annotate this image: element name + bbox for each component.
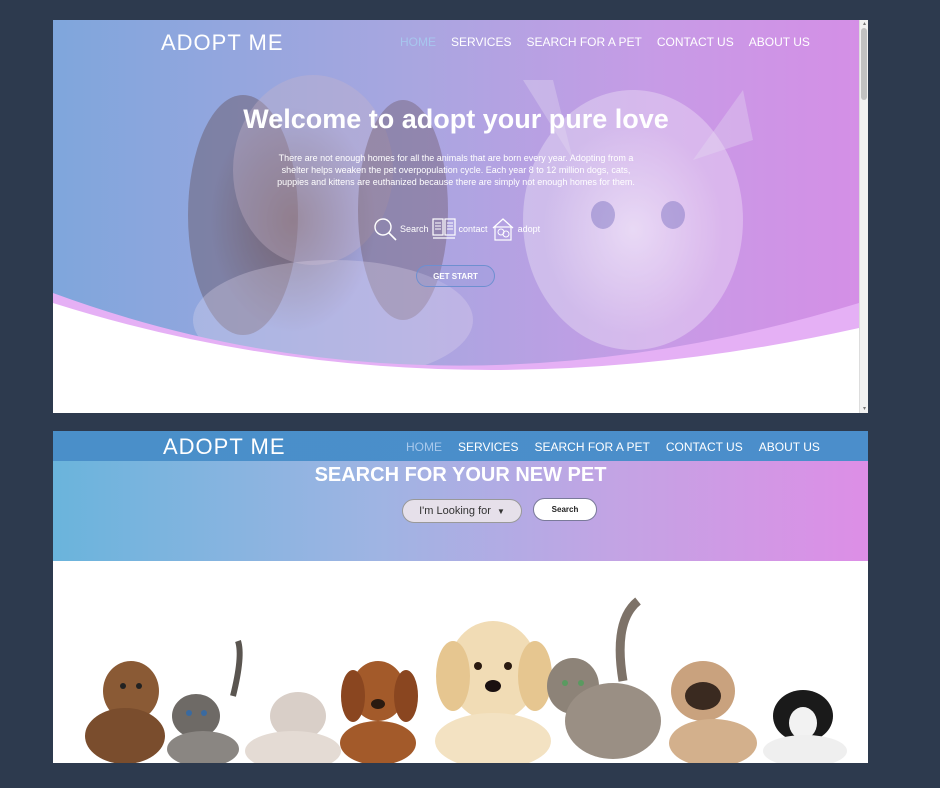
search-title: SEARCH FOR YOUR NEW PET: [314, 464, 607, 486]
contact-label[interactable]: contact: [459, 224, 488, 234]
hero-title: Welcome to adopt your pure love: [243, 104, 669, 134]
hero-section: ADOPT ME HOME SERVICES SEARCH FOR A PET …: [53, 20, 859, 413]
scroll-up-arrow-icon[interactable]: ▴: [861, 21, 868, 27]
screenshot-landing: ADOPT ME HOME SERVICES SEARCH FOR A PET …: [53, 20, 868, 413]
hero-wave-divider: [53, 293, 859, 413]
brand-logo[interactable]: ADOPT ME: [163, 434, 286, 460]
scrollbar[interactable]: ▴ ▾: [859, 20, 868, 413]
screenshot-search-page: ADOPT ME HOME SERVICES SEARCH FOR A PET …: [53, 431, 868, 763]
nav-services[interactable]: SERVICES: [451, 35, 511, 49]
nav-services[interactable]: SERVICES: [458, 440, 518, 454]
adopt-label[interactable]: adopt: [518, 224, 541, 234]
scrollbar-thumb[interactable]: [861, 28, 867, 100]
brand-logo[interactable]: ADOPT ME: [161, 30, 284, 56]
dropdown-label: I'm Looking for: [419, 505, 491, 517]
main-nav: HOME SERVICES SEARCH FOR A PET CONTACT U…: [400, 35, 810, 49]
search-button[interactable]: Search: [533, 498, 597, 521]
main-nav: HOME SERVICES SEARCH FOR A PET CONTACT U…: [406, 440, 820, 454]
hero-description: There are not enough homes for all the a…: [277, 153, 635, 187]
scroll-down-arrow-icon[interactable]: ▾: [861, 406, 868, 412]
nav-about-us[interactable]: ABOUT US: [759, 440, 820, 454]
nav-search-for-a-pet[interactable]: SEARCH FOR A PET: [534, 440, 649, 454]
puppies-and-kittens-image: [85, 597, 847, 763]
nav-contact-us[interactable]: CONTACT US: [666, 440, 743, 454]
pet-type-dropdown[interactable]: I'm Looking for ▼: [402, 499, 522, 523]
caret-down-icon: ▼: [496, 506, 505, 516]
nav-home[interactable]: HOME: [400, 35, 436, 49]
house-pet-icon[interactable]: [491, 217, 515, 241]
search-icon[interactable]: [373, 217, 397, 241]
nav-contact-us[interactable]: CONTACT US: [657, 35, 734, 49]
nav-home[interactable]: HOME: [406, 440, 442, 454]
search-label[interactable]: Search: [400, 224, 429, 234]
nav-search-for-a-pet[interactable]: SEARCH FOR A PET: [526, 35, 641, 49]
nav-about-us[interactable]: ABOUT US: [749, 35, 810, 49]
feature-icons: Search contact adopt: [373, 217, 540, 241]
book-icon[interactable]: [431, 217, 456, 241]
